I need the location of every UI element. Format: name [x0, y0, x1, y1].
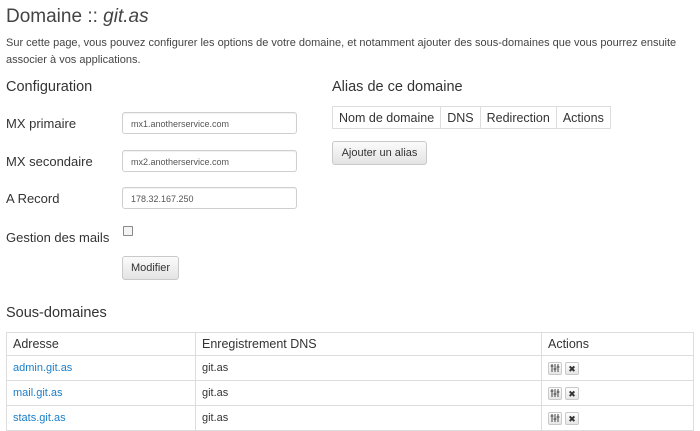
mx-primary-field[interactable]: mx1.anotherservice.com	[122, 112, 297, 134]
page-title-domain: git.as	[103, 6, 149, 27]
table-row: admin.git.as git.as ✖	[6, 355, 694, 381]
subdomains-header-row: Adresse Enregistrement DNS Actions	[6, 332, 694, 356]
mx-primary-label: MX primaire	[6, 116, 77, 131]
page-title-prefix: Domaine ::	[6, 6, 104, 27]
a-record-label: A Record	[6, 191, 60, 206]
subdomain-link[interactable]: admin.git.as	[13, 362, 72, 374]
sliders-icon[interactable]	[548, 361, 562, 375]
mail-management-label: Gestion des mails	[6, 230, 110, 245]
dns-cell: git.as	[195, 405, 542, 431]
aliases-header-row: Nom de domaine DNS Redirection Actions	[331, 106, 611, 129]
aliases-heading: Alias de ce domaine	[332, 79, 463, 95]
add-alias-button[interactable]: Ajouter un alias	[332, 141, 427, 165]
mail-management-checkbox[interactable]	[123, 226, 133, 236]
subdomains-heading: Sous-domaines	[6, 305, 107, 321]
mx-secondary-field[interactable]: mx2.anotherservice.com	[122, 150, 297, 172]
aliases-table: Nom de domaine DNS Redirection Actions	[331, 106, 611, 129]
close-icon[interactable]: ✖	[565, 361, 579, 375]
configuration-heading: Configuration	[6, 79, 93, 95]
table-row: stats.git.as git.as ✖	[6, 405, 694, 431]
alias-col-domain: Nom de domaine	[331, 106, 442, 129]
sliders-icon[interactable]	[548, 386, 562, 400]
close-icon[interactable]: ✖	[565, 386, 579, 400]
dns-cell: git.as	[195, 355, 542, 381]
alias-col-actions: Actions	[555, 106, 611, 129]
subdomains-table: Adresse Enregistrement DNS Actions admin…	[6, 332, 694, 431]
alias-col-redirect: Redirection	[479, 106, 557, 129]
sub-col-address: Adresse	[6, 332, 196, 356]
subdomain-link[interactable]: stats.git.as	[13, 412, 66, 424]
subdomain-link[interactable]: mail.git.as	[13, 387, 63, 399]
mx-secondary-label: MX secondaire	[6, 154, 93, 169]
dns-cell: git.as	[195, 380, 542, 406]
table-row: mail.git.as git.as ✖	[6, 380, 694, 406]
modify-button[interactable]: Modifier	[122, 256, 179, 280]
page-title: Domaine :: git.as	[6, 6, 149, 28]
page-description: Sur cette page, vous pouvez configurer l…	[6, 37, 677, 66]
sub-col-dns: Enregistrement DNS	[195, 332, 542, 356]
a-record-field[interactable]: 178.32.167.250	[122, 187, 297, 209]
alias-col-dns: DNS	[440, 106, 481, 129]
sub-col-actions: Actions	[541, 332, 694, 356]
